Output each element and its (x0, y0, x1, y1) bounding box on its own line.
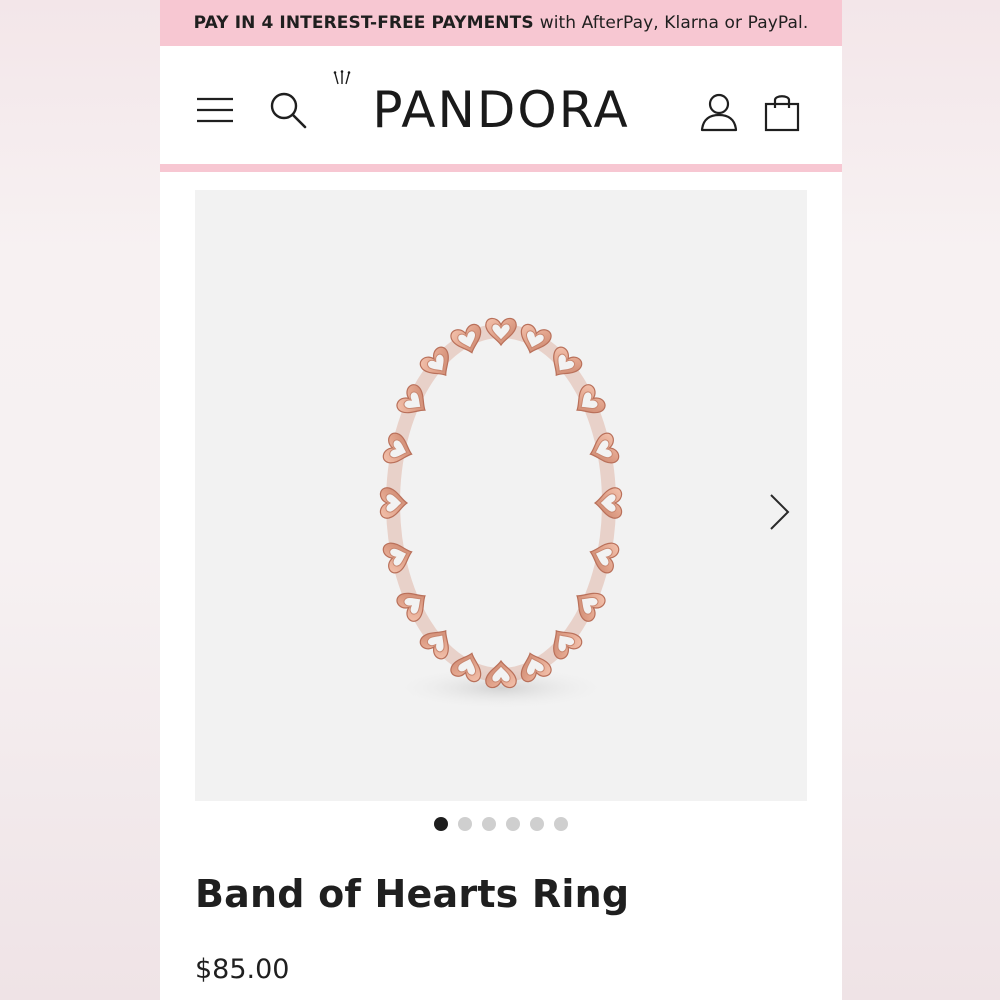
product-price: $85.00 (195, 954, 290, 985)
slide-dot[interactable] (458, 817, 472, 831)
search-icon[interactable] (268, 90, 308, 130)
background-left (0, 0, 160, 1000)
chevron-right-icon[interactable] (767, 492, 793, 532)
product-image (379, 317, 623, 710)
slide-dot[interactable] (482, 817, 496, 831)
ring-heart-link (485, 317, 517, 346)
account-icon[interactable] (700, 92, 738, 132)
slide-dot[interactable] (554, 817, 568, 831)
site-header: PANDORA (160, 46, 842, 164)
header-divider (160, 164, 842, 172)
slide-dot[interactable] (506, 817, 520, 831)
crown-icon (333, 70, 351, 85)
ring-heart-link (594, 487, 623, 519)
product-title: Band of Hearts Ring (195, 872, 630, 916)
promo-banner[interactable]: PAY IN 4 INTEREST-FREE PAYMENTS with Aft… (160, 0, 842, 46)
slide-indicators (160, 817, 842, 831)
promo-bold-text: PAY IN 4 INTEREST-FREE PAYMENTS (193, 13, 534, 33)
menu-icon[interactable] (196, 96, 234, 124)
mobile-page: PAY IN 4 INTEREST-FREE PAYMENTS with Aft… (160, 0, 842, 1000)
slide-dot[interactable] (434, 817, 448, 831)
pandora-logo[interactable]: PANDORA (356, 70, 646, 150)
slide-dot[interactable] (530, 817, 544, 831)
product-image-gallery[interactable] (195, 190, 807, 801)
shopping-bag-icon[interactable] (764, 92, 800, 132)
promo-text: with AfterPay, Klarna or PayPal. (539, 13, 809, 33)
background-right (842, 0, 1000, 1000)
ring-heart-link (379, 487, 408, 519)
